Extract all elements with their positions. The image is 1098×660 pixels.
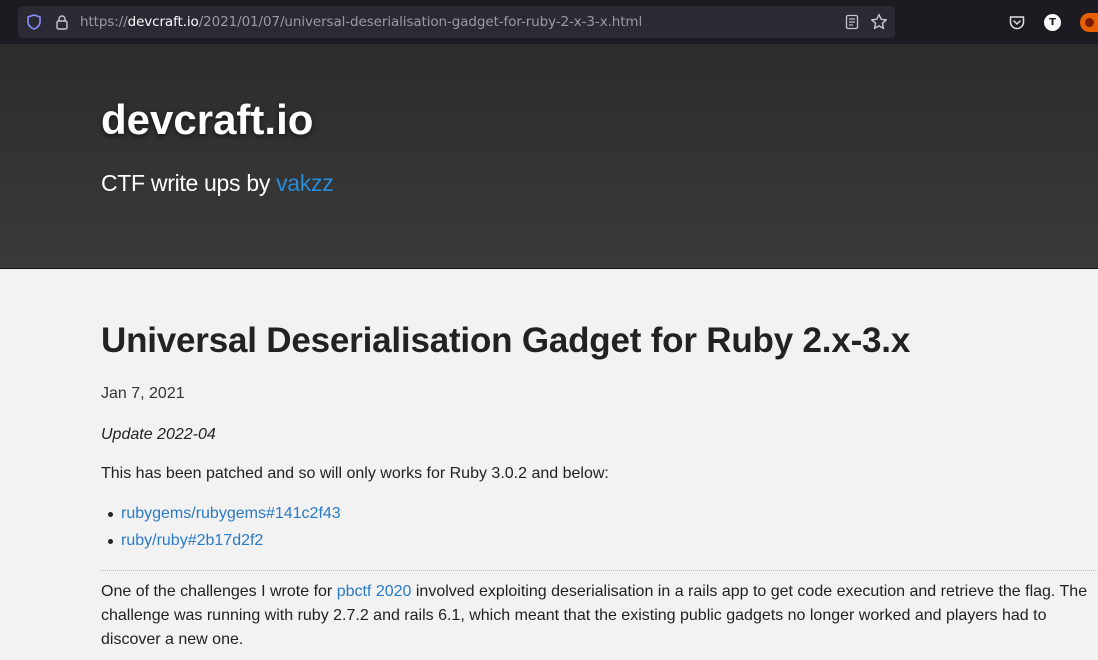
tracking-protection-shield-icon[interactable]: [26, 14, 42, 30]
browser-toolbar: https://devcraft.io/2021/01/07/universal…: [0, 0, 1098, 44]
tagline-text: CTF write ups by: [101, 170, 277, 196]
site-header: devcraft.io CTF write ups by vakzz: [0, 44, 1098, 269]
post-date: Jan 7, 2021: [101, 385, 185, 402]
url-scheme: https://: [80, 14, 128, 30]
intro-text-before: One of the challenges I wrote for: [101, 583, 337, 600]
list-item: rubygems/rubygems#141c2f43: [101, 505, 341, 532]
list-item: ruby/ruby#2b17d2f2: [101, 532, 341, 559]
ruby-commit-link[interactable]: ruby/ruby#2b17d2f2: [121, 532, 263, 549]
address-bar[interactable]: https://devcraft.io/2021/01/07/universal…: [18, 6, 895, 38]
bookmark-star-icon[interactable]: [870, 13, 888, 31]
tagline: CTF write ups by vakzz: [101, 170, 334, 197]
pbctf-link[interactable]: pbctf 2020: [337, 583, 412, 600]
lock-icon[interactable]: [54, 14, 70, 30]
pocket-icon[interactable]: [1008, 14, 1026, 32]
reader-view-icon[interactable]: [844, 14, 860, 30]
patch-reference-list: rubygems/rubygems#141c2f43 ruby/ruby#2b1…: [101, 505, 341, 559]
site-title[interactable]: devcraft.io: [101, 96, 313, 144]
url-host: devcraft.io: [127, 14, 199, 30]
author-link[interactable]: vakzz: [276, 170, 334, 196]
url-text[interactable]: https://devcraft.io/2021/01/07/universal…: [80, 6, 642, 38]
patched-notice: This has been patched and so will only w…: [101, 465, 609, 482]
post-title: Universal Deserialisation Gadget for Rub…: [101, 321, 911, 360]
divider: [101, 570, 1098, 571]
account-avatar-icon[interactable]: T: [1044, 14, 1061, 31]
update-note: Update 2022-04: [101, 426, 216, 443]
rubygems-commit-link[interactable]: rubygems/rubygems#141c2f43: [121, 505, 341, 522]
url-path: /2021/01/07/universal-deserialisation-ga…: [198, 14, 643, 30]
intro-paragraph: One of the challenges I wrote for pbctf …: [101, 580, 1091, 652]
extension-icon[interactable]: [1080, 13, 1098, 32]
